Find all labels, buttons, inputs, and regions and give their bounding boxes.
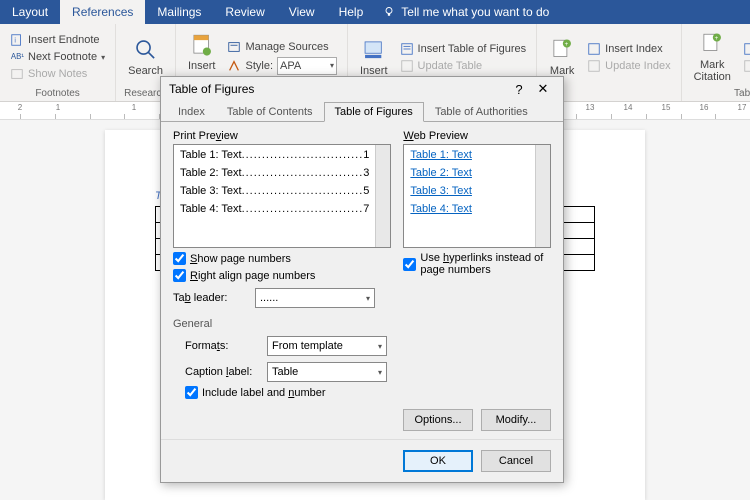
manage-sources-button[interactable]: Manage Sources <box>225 39 339 55</box>
tab-review[interactable]: Review <box>213 0 276 24</box>
mark-citation-icon: + <box>699 31 725 57</box>
web-preview-scrollbar[interactable] <box>535 145 550 247</box>
svg-text:+: + <box>715 35 719 42</box>
tab-view[interactable]: View <box>277 0 327 24</box>
update-index-icon <box>587 59 601 73</box>
use-hyperlinks-checkbox[interactable] <box>403 258 416 271</box>
toa-icon <box>743 42 750 56</box>
include-label-checkbox[interactable] <box>185 386 198 399</box>
ribbon-tabs: Layout References Mailings Review View H… <box>0 0 750 24</box>
tab-references[interactable]: References <box>60 0 145 24</box>
show-page-numbers-checkbox[interactable] <box>173 252 186 265</box>
right-align-checkbox[interactable] <box>173 269 186 282</box>
print-preview-line: Table 1: Text...........................… <box>180 149 369 161</box>
web-preview-link[interactable]: Table 3: Text <box>410 185 529 197</box>
web-preview-link[interactable]: Table 4: Text <box>410 203 529 215</box>
print-preview-label: Print Preview <box>173 130 391 142</box>
dialog-tab-tof[interactable]: Table of Figures <box>324 102 424 122</box>
caption-icon <box>361 37 387 63</box>
dialog-close-button[interactable]: ✕ <box>531 81 555 97</box>
formats-select[interactable]: From template▾ <box>267 336 387 356</box>
svg-text:AB¹: AB¹ <box>11 52 24 61</box>
dialog-title: Table of Figures <box>169 82 254 96</box>
tab-leader-select[interactable]: ......▾ <box>255 288 375 308</box>
tab-leader-label: Tab leader: <box>173 292 249 304</box>
table-of-figures-dialog: Table of Figures ? ✕ Index Table of Cont… <box>160 76 564 483</box>
cancel-button[interactable]: Cancel <box>481 450 551 472</box>
dialog-tab-toc[interactable]: Table of Contents <box>216 102 324 122</box>
update-icon <box>400 59 414 73</box>
tab-help[interactable]: Help <box>327 0 376 24</box>
options-button[interactable]: Options... <box>403 409 473 431</box>
show-notes-icon <box>10 67 24 81</box>
web-preview-link[interactable]: Table 2: Text <box>410 167 529 179</box>
show-page-numbers-label: Show page numbers <box>190 253 291 265</box>
dialog-titlebar[interactable]: Table of Figures ? ✕ <box>161 77 563 101</box>
style-icon <box>227 59 241 73</box>
update-toa-button: Update Table <box>741 58 750 74</box>
print-preview-line: Table 2: Text...........................… <box>180 167 369 179</box>
web-preview-label: Web Preview <box>403 130 551 142</box>
print-preview-line: Table 4: Text...........................… <box>180 203 369 215</box>
search-icon <box>133 37 159 63</box>
mark-citation-button[interactable]: + Mark Citation <box>690 26 735 88</box>
show-notes-button: Show Notes <box>8 66 107 82</box>
general-label: General <box>173 318 551 330</box>
group-label-authorities: Table of Authorities <box>734 88 750 101</box>
dialog-tabs: Index Table of Contents Table of Figures… <box>161 101 563 122</box>
use-hyperlinks-label: Use hyperlinks instead of page numbers <box>420 252 551 276</box>
style-selector[interactable]: Style:APA▾ <box>225 56 339 76</box>
dialog-help-button[interactable]: ? <box>507 82 531 97</box>
group-label-footnotes: Footnotes <box>35 88 79 101</box>
group-footnotes: iInsert Endnote AB¹Next Footnote▾ Show N… <box>0 24 116 101</box>
ok-button[interactable]: OK <box>403 450 473 472</box>
next-footnote-icon: AB¹ <box>10 50 24 64</box>
insert-tof-button[interactable]: Insert Table of Figures <box>398 41 529 57</box>
group-authorities: + Mark Citation Insert Table of Autho Up… <box>682 24 750 101</box>
bulb-icon <box>383 6 395 18</box>
print-preview-box: Table 1: Text...........................… <box>173 144 391 248</box>
insert-index-button[interactable]: Insert Index <box>585 41 672 57</box>
dialog-tab-toa[interactable]: Table of Authorities <box>424 102 539 122</box>
caption-label-select[interactable]: Table▾ <box>267 362 387 382</box>
print-preview-line: Table 3: Text...........................… <box>180 185 369 197</box>
manage-sources-icon <box>227 40 241 54</box>
tof-icon <box>400 42 414 56</box>
web-preview-link[interactable]: Table 1: Text <box>410 149 529 161</box>
caption-label-label: Caption label: <box>185 366 261 378</box>
tab-mailings[interactable]: Mailings <box>145 0 213 24</box>
insert-toa-button[interactable]: Insert Table of Autho <box>741 41 750 57</box>
svg-text:i: i <box>14 38 16 45</box>
endnote-icon: i <box>10 33 24 47</box>
right-align-label: Right align page numbers <box>190 270 315 282</box>
tell-me-search[interactable]: Tell me what you want to do <box>383 5 549 19</box>
update-toa-icon <box>743 59 750 73</box>
insert-endnote-button[interactable]: iInsert Endnote <box>8 32 107 48</box>
web-preview-box: Table 1: Text Table 2: Text Table 3: Text T… <box>403 144 551 248</box>
print-preview-scrollbar[interactable] <box>375 145 390 247</box>
next-footnote-button[interactable]: AB¹Next Footnote▾ <box>8 49 107 65</box>
include-label-label: Include label and number <box>202 387 326 399</box>
svg-text:+: + <box>565 41 569 48</box>
citation-icon <box>189 32 215 58</box>
modify-button[interactable]: Modify... <box>481 409 551 431</box>
formats-label: Formats: <box>185 340 261 352</box>
tab-layout[interactable]: Layout <box>0 0 60 24</box>
update-index-button: Update Index <box>585 58 672 74</box>
index-icon <box>587 42 601 56</box>
dialog-tab-index[interactable]: Index <box>167 102 216 122</box>
mark-entry-icon: + <box>549 37 575 63</box>
update-tof-button: Update Table <box>398 58 529 74</box>
